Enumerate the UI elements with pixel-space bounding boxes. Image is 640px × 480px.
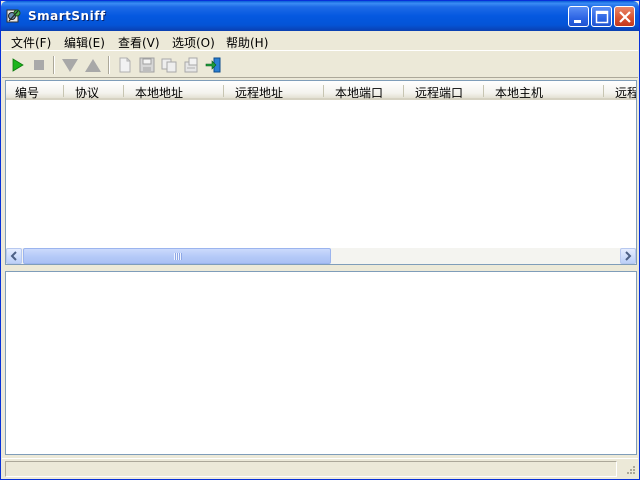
chevron-left-icon <box>10 251 17 261</box>
scroll-right-button[interactable] <box>620 248 636 264</box>
play-icon[interactable] <box>9 56 27 74</box>
window-title: SmartSniff <box>28 9 106 23</box>
save-icon[interactable] <box>138 56 156 74</box>
chevron-right-icon <box>625 251 632 261</box>
maximize-button[interactable] <box>591 6 612 27</box>
minimize-icon <box>574 20 581 23</box>
status-bar <box>2 458 638 479</box>
packet-detail-pane[interactable] <box>5 271 637 455</box>
column-header-local-address[interactable]: 本地地址 <box>126 81 226 100</box>
list-header: 编号 协议 本地地址 远程地址 本地端口 远程端口 本地主机 远程 <box>6 81 636 100</box>
scroll-left-button[interactable] <box>6 248 22 264</box>
menu-options[interactable]: 选项(O) <box>172 34 215 51</box>
packet-list[interactable]: 编号 协议 本地地址 远程地址 本地端口 远程端口 本地主机 远程 <box>5 80 637 265</box>
exit-icon[interactable] <box>205 56 223 74</box>
menu-view[interactable]: 查看(V) <box>118 34 160 51</box>
column-header-remote-host[interactable]: 远程 <box>606 81 636 100</box>
main-window: SmartSniff 文件(F) 编辑(E) 查看(V) 选项(O) 帮助(H) <box>0 0 640 480</box>
menu-file[interactable]: 文件(F) <box>11 34 51 51</box>
stop-icon[interactable] <box>30 56 48 74</box>
arrow-up-icon[interactable] <box>84 56 102 74</box>
maximize-icon <box>595 10 609 24</box>
toolbar-separator <box>108 56 110 74</box>
minimize-button[interactable] <box>568 6 589 27</box>
copy-icon[interactable] <box>160 56 178 74</box>
properties-icon[interactable] <box>182 56 200 74</box>
column-header-number[interactable]: 编号 <box>6 81 66 100</box>
menu-bar: 文件(F) 编辑(E) 查看(V) 选项(O) 帮助(H) <box>2 31 638 51</box>
column-header-remote-address[interactable]: 远程地址 <box>226 81 326 100</box>
resize-grip-icon[interactable] <box>624 465 636 477</box>
close-button[interactable] <box>614 6 635 27</box>
menu-edit[interactable]: 编辑(E) <box>64 34 105 51</box>
horizontal-scrollbar[interactable] <box>6 248 636 264</box>
column-header-protocol[interactable]: 协议 <box>66 81 126 100</box>
column-header-local-port[interactable]: 本地端口 <box>326 81 406 100</box>
app-icon <box>6 9 21 23</box>
column-header-remote-port[interactable]: 远程端口 <box>406 81 486 100</box>
grip-icon <box>174 253 182 260</box>
arrow-down-icon[interactable] <box>61 56 79 74</box>
toolbar-separator <box>53 56 55 74</box>
column-header-local-host[interactable]: 本地主机 <box>486 81 606 100</box>
status-panel <box>5 461 617 477</box>
new-document-icon[interactable] <box>116 56 134 74</box>
menu-help[interactable]: 帮助(H) <box>226 34 268 51</box>
scroll-thumb[interactable] <box>23 248 331 264</box>
title-bar[interactable]: SmartSniff <box>1 1 639 31</box>
close-icon <box>619 11 631 23</box>
toolbar <box>2 52 638 78</box>
